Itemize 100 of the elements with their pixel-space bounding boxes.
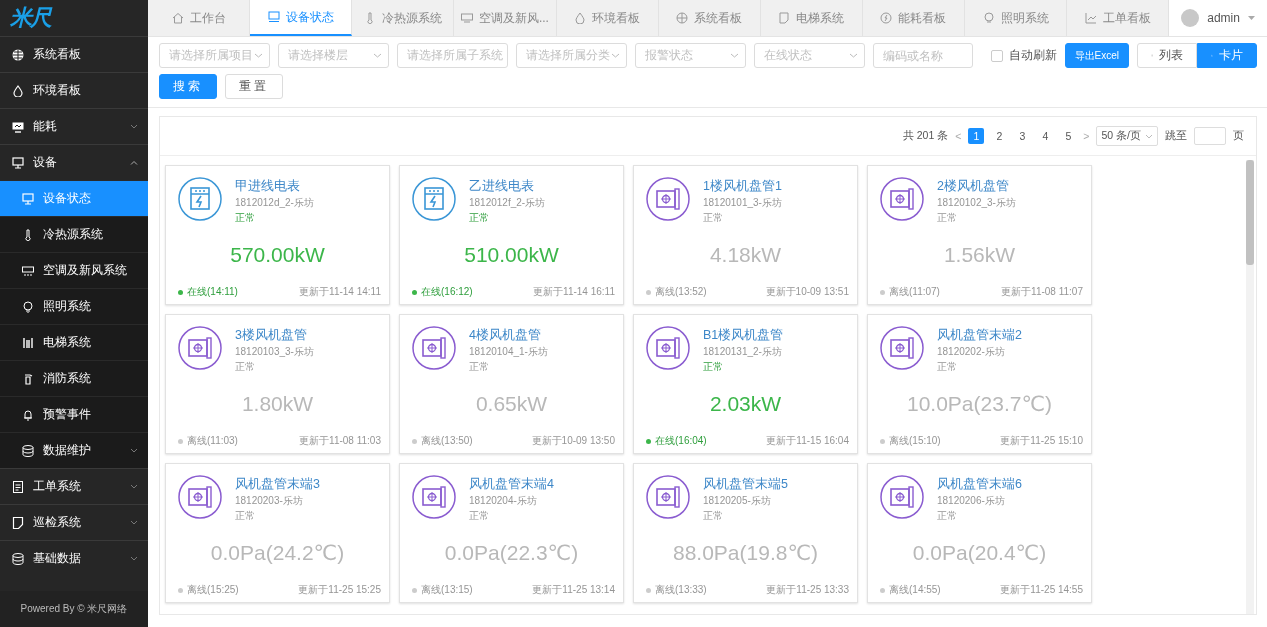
jump-label: 跳至 [1165,129,1187,143]
device-code: 18120204-乐坊 [469,494,538,508]
device-reading: 570.00kW [230,243,326,267]
device-card[interactable]: 4楼风机盘管 18120104_1-乐坊 正常 0.65kW 离线(13:50) 更新于10-09 13:50 [399,314,624,454]
device-card[interactable]: 风机盘管末端2 18120202-乐坊 正常 10.0Pa(23.7℃) 离线(15:10) 更新于11-25 15:10 [867,314,1092,454]
tab[interactable]: 能耗看板 [862,0,965,36]
device-code: 18120101_3-乐坊 [703,196,782,210]
sidebar-item[interactable]: 消防系统 [0,360,148,396]
page-button[interactable]: 2 [991,128,1008,144]
update-time: 更新于11-25 15:10 [1000,434,1083,448]
device-status: 正常 [703,360,724,374]
sidebar-item[interactable]: 数据维护 [0,432,148,468]
device-name[interactable]: B1楼风机盘管 [703,327,784,344]
device-name[interactable]: 风机盘管末端5 [703,476,788,493]
view-toggle-button[interactable]: 卡片 [1197,43,1257,68]
device-status: 正常 [937,360,958,374]
device-reading: 1.80kW [241,392,315,416]
page-button[interactable]: 3 [1014,128,1031,144]
tab[interactable]: 系统看板 [658,0,761,36]
connection-status: 离线(15:10) [880,434,941,448]
device-card[interactable]: 1楼风机盘管1 18120101_3-乐坊 正常 4.18kW 离线(13:52) 更新于10-09 13:51 [633,165,858,305]
connection-status: 离线(13:15) [412,583,473,597]
elevator-icon [22,336,34,349]
document-icon [778,12,791,24]
auto-refresh-checkbox[interactable]: 自动刷新 [990,47,1057,64]
device-code: 18120103_3-乐坊 [235,345,314,359]
globe-icon [676,12,689,24]
device-card[interactable]: 甲进线电表 1812012d_2-乐坊 正常 570.00kW 在线(14:11) 更新于11-14 14:11 [165,165,390,305]
database-icon [12,552,24,565]
device-reading: 0.0Pa(24.2℃) [210,541,346,565]
next-page-button[interactable]: > [1083,130,1090,142]
tab[interactable]: 冷热源系统 [352,0,455,36]
device-name[interactable]: 风机盘管末端4 [469,476,554,493]
tab[interactable]: 电梯系统 [760,0,863,36]
device-status: 正常 [703,509,724,523]
fan-coil-icon [646,326,690,370]
connection-status: 离线(13:33) [646,583,707,597]
tab[interactable]: 空调及新风... [454,0,557,36]
device-card[interactable]: 风机盘管末端4 18120204-乐坊 正常 0.0Pa(22.3℃) 离线(13:15) 更新于11-25 13:14 [399,463,624,603]
reset-button[interactable]: 重置 [225,74,283,99]
sidebar-item[interactable]: 电梯系统 [0,324,148,360]
monitor-icon [22,192,34,205]
sidebar-item[interactable]: 照明系统 [0,288,148,324]
scrollbar[interactable] [1246,160,1254,614]
line-chart-icon [1084,12,1097,24]
total-count: 共 201 条 [902,129,949,143]
fan-coil-icon [646,177,690,221]
device-name[interactable]: 风机盘管末端2 [937,327,1022,344]
update-time: 更新于11-14 14:11 [299,285,381,299]
device-code: 18120131_2-乐坊 [703,345,783,359]
update-time: 更新于11-25 14:55 [1000,583,1083,597]
tab[interactable]: 环境看板 [556,0,659,36]
fan-coil-icon [178,326,222,370]
page-button[interactable]: 5 [1060,128,1077,144]
export-button[interactable]: 导出Excel [1064,43,1129,68]
page-button[interactable]: 1 [968,128,985,144]
device-name[interactable]: 2楼风机盘管 [937,178,1016,195]
document-icon [12,516,24,529]
view-toggle-button[interactable]: 列表 [1137,43,1197,68]
device-reading: 0.65kW [475,392,549,416]
tab[interactable]: 设备状态 [250,0,353,36]
previous-page-button[interactable]: < [955,130,962,142]
drop-icon [574,12,587,24]
device-name[interactable]: 1楼风机盘管1 [703,178,782,195]
device-card[interactable]: 风机盘管末端6 18120206-乐坊 正常 0.0Pa(20.4℃) 离线(14:55) 更新于11-25 14:55 [867,463,1092,603]
connection-status: 离线(13:50) [412,434,473,448]
page-button[interactable]: 4 [1037,128,1054,144]
user-menu[interactable]: admin [1169,0,1267,36]
device-reading: 510.00kW [464,243,560,267]
fire-extinguisher-icon [22,372,34,385]
connection-status: 在线(14:11) [178,285,238,299]
chevron-down-icon [730,53,739,58]
update-time: 更新于11-14 16:11 [533,285,615,299]
update-time: 更新于11-15 16:04 [766,434,849,448]
sidebar-item[interactable]: 冷热源系统 [0,216,148,252]
sidebar-item[interactable]: 预警事件 [0,396,148,432]
device-card[interactable]: 风机盘管末端5 18120205-乐坊 正常 88.0Pa(19.8℃) 离线(13:33) 更新于11-25 13:33 [633,463,858,603]
tab[interactable]: 照明系统 [965,0,1068,36]
device-name[interactable]: 乙进线电表 [469,178,546,195]
air-conditioner-icon [22,264,34,277]
device-name[interactable]: 风机盘管末端3 [235,476,320,493]
device-name[interactable]: 风机盘管末端6 [937,476,1022,493]
device-card[interactable]: 3楼风机盘管 18120103_3-乐坊 正常 1.80kW 离线(11:03) 更新于11-08 11:03 [165,314,390,454]
monitor-icon [12,120,24,133]
chevron-down-icon [1145,133,1153,139]
device-name[interactable]: 3楼风机盘管 [235,327,314,344]
globe-icon [12,48,24,61]
sidebar-item[interactable]: 空调及新风系统 [0,252,148,288]
device-card[interactable]: B1楼风机盘管 18120131_2-乐坊 正常 2.03kW 在线(16:04) 更新于11-15 16:04 [633,314,858,454]
sidebar-item[interactable]: 设备状态 [0,180,148,216]
search-button[interactable]: 搜索 [159,74,217,99]
device-card[interactable]: 2楼风机盘管 18120102_3-乐坊 正常 1.56kW 离线(11:07) 更新于11-08 11:07 [867,165,1092,305]
device-name[interactable]: 4楼风机盘管 [469,327,548,344]
page-jump-field[interactable] [1194,127,1226,145]
device-card[interactable]: 风机盘管末端3 18120203-乐坊 正常 0.0Pa(24.2℃) 离线(15:25) 更新于11-25 15:25 [165,463,390,603]
device-card[interactable]: 乙进线电表 1812012f_2-乐坊 正常 510.00kW 在线(16:12) 更新于11-14 16:11 [399,165,624,305]
page-size-select[interactable]: 50 条/页 [1096,126,1158,146]
update-time: 更新于11-25 15:25 [298,583,381,597]
device-name[interactable]: 甲进线电表 [235,178,314,195]
chevron-down-icon [373,53,382,58]
